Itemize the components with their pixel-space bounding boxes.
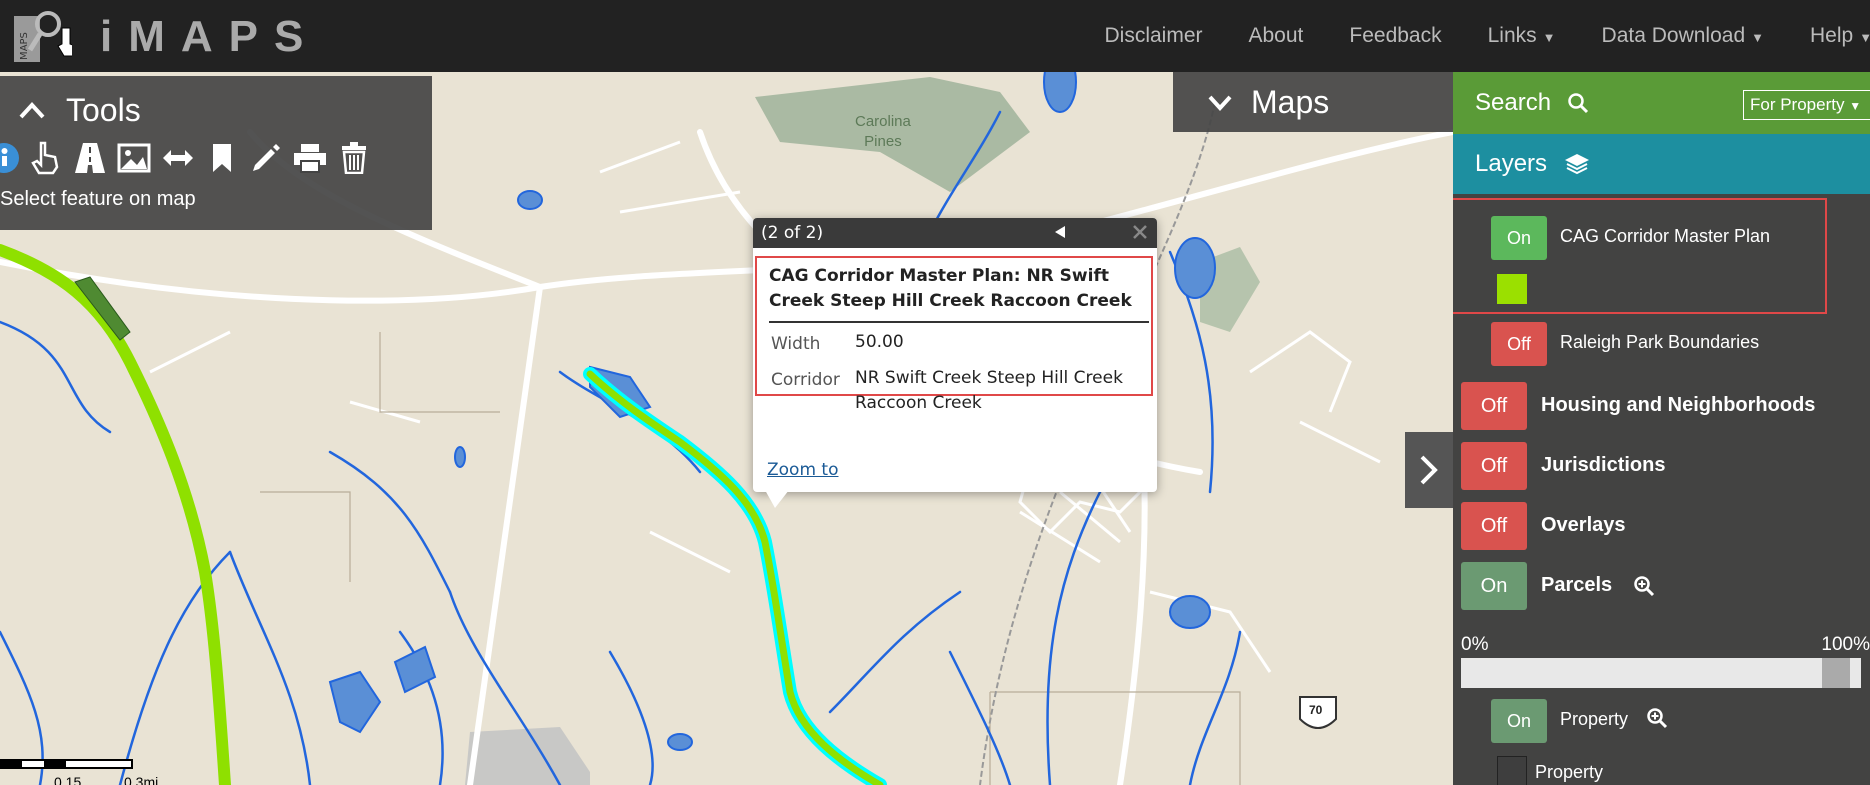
nav-feedback[interactable]: Feedback bbox=[1349, 24, 1441, 48]
info-icon[interactable] bbox=[0, 138, 24, 178]
sidebar-collapse-button[interactable] bbox=[1405, 432, 1453, 508]
popup-title-line-2: Creek Steep Hill Creek Raccoon Creek bbox=[769, 291, 1132, 311]
toggle-raleigh-park[interactable]: Off bbox=[1491, 322, 1547, 366]
popup-divider bbox=[769, 321, 1149, 323]
toggle-parcels[interactable]: On bbox=[1461, 562, 1527, 610]
popup-title-line-1: CAG Corridor Master Plan: NR Swift bbox=[769, 266, 1109, 286]
layers-stack-icon bbox=[1565, 154, 1590, 175]
corridor-line-2: Raccoon Creek bbox=[855, 393, 982, 413]
group-label-overlays[interactable]: Overlays bbox=[1541, 514, 1626, 537]
chevron-right-icon bbox=[1420, 455, 1438, 485]
group-label-housing[interactable]: Housing and Neighborhoods bbox=[1541, 394, 1815, 417]
chevron-down-icon bbox=[1208, 95, 1232, 111]
field-label-corridor: Corridor bbox=[771, 370, 840, 390]
feature-popup: (2 of 2) CAG Corridor Master Plan: NR Sw… bbox=[753, 218, 1157, 508]
tools-hint: Select feature on map bbox=[0, 188, 196, 210]
toggle-cag-corridor[interactable]: On bbox=[1491, 216, 1547, 260]
search-bar: Search For Property ▼ bbox=[1453, 72, 1870, 134]
legend-swatch-corridor bbox=[1497, 274, 1527, 304]
top-navbar: MAPS iMAPS Disclaimer About Feedback Lin… bbox=[0, 0, 1870, 72]
field-label-width: Width bbox=[771, 334, 821, 354]
measure-arrows-icon[interactable] bbox=[156, 138, 200, 178]
nav-disclaimer-label: Disclaimer bbox=[1104, 24, 1203, 47]
nav-help-dropdown[interactable]: Help ▼ bbox=[1810, 24, 1870, 48]
nav-links-label: Links bbox=[1487, 24, 1537, 47]
popup-counter: (2 of 2) bbox=[761, 223, 824, 243]
nav-data-download-label: Data Download bbox=[1601, 24, 1746, 47]
caret-down-icon: ▼ bbox=[1542, 30, 1556, 45]
search-mode-value: For Property bbox=[1750, 95, 1845, 114]
lot-area bbox=[465, 727, 590, 785]
popup-content: CAG Corridor Master Plan: NR Swift Creek… bbox=[755, 256, 1153, 413]
search-mode-select[interactable]: For Property ▼ bbox=[1743, 90, 1870, 120]
maps-title: Maps bbox=[1251, 83, 1330, 120]
caret-down-icon: ▼ bbox=[1751, 30, 1764, 45]
previous-arrow-icon[interactable] bbox=[1053, 224, 1067, 240]
legend-swatch-property bbox=[1497, 756, 1527, 785]
group-label-parcels[interactable]: Parcels bbox=[1541, 574, 1612, 597]
bookmark-icon[interactable] bbox=[200, 138, 244, 178]
nav-about[interactable]: About bbox=[1249, 24, 1304, 48]
toggle-jurisdictions[interactable]: Off bbox=[1461, 442, 1527, 490]
print-icon[interactable] bbox=[288, 138, 332, 178]
image-icon[interactable] bbox=[112, 138, 156, 178]
opacity-labels: 0% 100% bbox=[1461, 634, 1870, 656]
nav-data-download-dropdown[interactable]: Data Download ▼ bbox=[1602, 24, 1764, 48]
close-icon[interactable] bbox=[1129, 221, 1151, 243]
road-icon[interactable] bbox=[68, 138, 112, 178]
search-icon[interactable] bbox=[1567, 92, 1589, 114]
field-value-corridor: NR Swift Creek Steep Hill Creek Raccoon … bbox=[855, 366, 1123, 416]
layers-label[interactable]: Layers bbox=[1475, 150, 1547, 178]
tools-title: Tools bbox=[66, 92, 141, 128]
zoom-to-link[interactable]: Zoom to bbox=[767, 460, 838, 480]
zoom-in-icon[interactable] bbox=[1646, 707, 1668, 729]
toggle-overlays[interactable]: Off bbox=[1461, 502, 1527, 550]
svg-text:MAPS: MAPS bbox=[19, 32, 30, 60]
tools-panel: Tools Select feature on map bbox=[0, 76, 432, 230]
popup-pointer bbox=[765, 490, 789, 508]
nav-about-label: About bbox=[1248, 24, 1304, 47]
field-value-width: 50.00 bbox=[855, 332, 904, 352]
caret-down-icon: ▼ bbox=[1849, 99, 1862, 113]
popup-header: (2 of 2) bbox=[753, 218, 1157, 248]
scale-label-end: 0.3mi bbox=[124, 774, 159, 785]
legend-label-property: Property bbox=[1535, 762, 1604, 782]
maps-panel-toggle[interactable]: Maps bbox=[1173, 72, 1453, 132]
toggle-property[interactable]: On bbox=[1491, 699, 1547, 743]
opacity-slider-thumb[interactable] bbox=[1822, 658, 1850, 688]
tools-toolbar bbox=[0, 138, 376, 178]
opacity-min-label: 0% bbox=[1461, 634, 1489, 655]
caret-down-icon: ▼ bbox=[1859, 30, 1870, 45]
nav-links-dropdown[interactable]: Links ▼ bbox=[1488, 24, 1556, 48]
toggle-housing[interactable]: Off bbox=[1461, 382, 1527, 430]
imaps-logo-icon[interactable]: MAPS bbox=[10, 6, 72, 66]
right-sidebar: Search For Property ▼ Layers On CAG Corr… bbox=[1453, 72, 1870, 785]
nav-menu: Disclaimer About Feedback Links ▼ Data Do… bbox=[1104, 0, 1870, 72]
layer-label-cag-corridor: CAG Corridor Master Plan bbox=[1560, 226, 1771, 246]
trash-icon[interactable] bbox=[332, 138, 376, 178]
pointer-hand-icon[interactable] bbox=[24, 138, 68, 178]
corridor-line-1: NR Swift Creek Steep Hill Creek bbox=[855, 368, 1123, 388]
popup-title: CAG Corridor Master Plan: NR Swift Creek… bbox=[769, 264, 1149, 314]
scale-label-mid: 0.15 bbox=[54, 774, 82, 785]
nav-feedback-label: Feedback bbox=[1349, 24, 1442, 47]
opacity-max-label: 100% bbox=[1821, 634, 1870, 655]
highway-label: 70 bbox=[1309, 703, 1323, 717]
opacity-slider[interactable] bbox=[1461, 658, 1861, 688]
brand-title[interactable]: iMAPS bbox=[100, 12, 319, 62]
layers-bar: Layers bbox=[1453, 134, 1870, 194]
pencil-icon[interactable] bbox=[244, 138, 288, 178]
layer-label-property: Property bbox=[1560, 709, 1629, 729]
layer-label-raleigh-park: Raleigh Park Boundaries bbox=[1560, 332, 1760, 352]
nav-disclaimer[interactable]: Disclaimer bbox=[1104, 24, 1202, 48]
zoom-in-icon[interactable] bbox=[1633, 575, 1655, 597]
group-label-jurisdictions[interactable]: Jurisdictions bbox=[1541, 454, 1665, 477]
tools-toggle[interactable]: Tools bbox=[18, 92, 141, 129]
scale-bar bbox=[0, 759, 133, 769]
nav-help-label: Help bbox=[1810, 24, 1854, 47]
chevron-up-icon bbox=[19, 101, 45, 118]
search-label[interactable]: Search bbox=[1475, 89, 1551, 117]
park-label: Carolina Pines bbox=[855, 113, 911, 150]
